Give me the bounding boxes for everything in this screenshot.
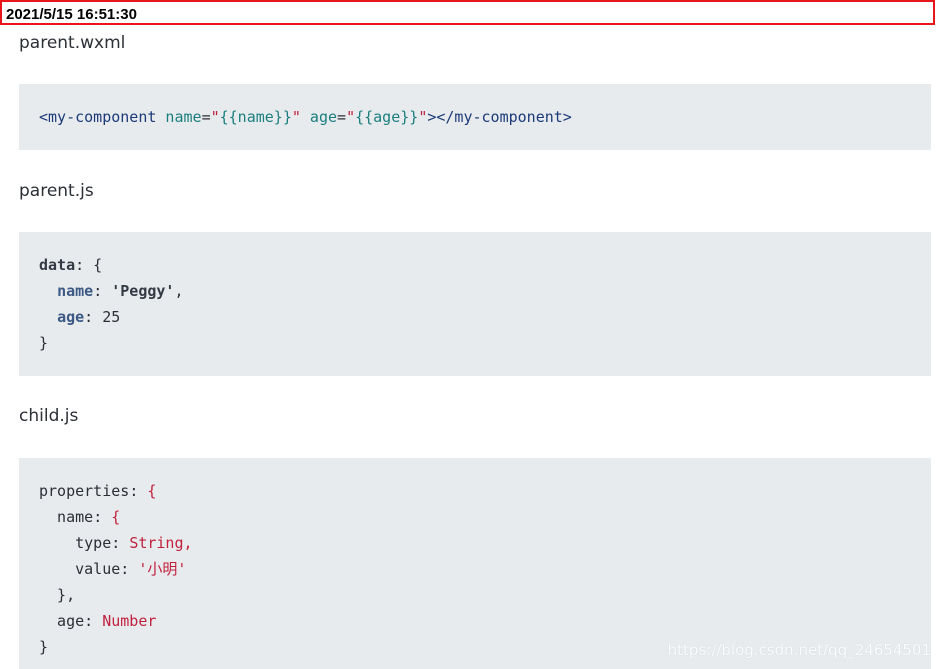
code-token: age <box>39 612 85 630</box>
code-token: Number <box>102 612 157 630</box>
code-token: }, <box>39 586 76 604</box>
code-token: {{age}} <box>355 108 419 126</box>
code-token: properties <box>39 482 130 500</box>
code-token: : <box>120 560 139 578</box>
code-token: = <box>201 108 211 126</box>
code-token: : <box>93 508 112 526</box>
code-token: : <box>84 612 103 630</box>
code-token: age <box>300 108 338 126</box>
code-token: { <box>147 482 157 500</box>
code-token: " <box>346 108 356 126</box>
code-token: age <box>57 308 85 326</box>
code-line: <my-component name="{{name}}" age="{{age… <box>39 104 931 130</box>
code-line: type: String, <box>39 530 931 556</box>
code-line: name: { <box>39 504 931 530</box>
code-block-child-js: properties: { name: { type: String, valu… <box>19 458 931 669</box>
code-token: , <box>174 282 184 300</box>
timestamp-banner: 2021/5/15 16:51:30 <box>0 0 935 25</box>
code-token: name <box>156 108 202 126</box>
code-token: " <box>418 108 428 126</box>
code-token: = <box>337 108 347 126</box>
code-token: " <box>291 108 301 126</box>
section-heading-parent-js: parent.js <box>19 181 94 201</box>
code-token: { <box>111 508 121 526</box>
code-block-parent-wxml: <my-component name="{{name}}" age="{{age… <box>19 84 931 150</box>
code-token: data <box>39 256 76 274</box>
code-token: } <box>39 638 49 656</box>
code-token: <my-component <box>39 108 157 126</box>
code-token: type <box>39 534 112 552</box>
code-line: properties: { <box>39 478 931 504</box>
code-token: : <box>111 534 130 552</box>
code-line: age: 25 <box>39 304 931 330</box>
code-line: value: '小明' <box>39 556 931 582</box>
code-token: " <box>210 108 220 126</box>
code-token: 'Peggy' <box>111 282 175 300</box>
code-token: : { <box>75 256 103 274</box>
code-block-parent-js: data: { name: 'Peggy', age: 25} <box>19 232 931 376</box>
code-token: name <box>57 282 94 300</box>
section-heading-parent-wxml: parent.wxml <box>19 33 126 53</box>
code-token: : <box>93 282 112 300</box>
code-token: {{name}} <box>219 108 292 126</box>
code-token: : 25 <box>84 308 121 326</box>
code-token: ></my-component> <box>427 108 572 126</box>
code-token: } <box>39 334 49 352</box>
code-token: String, <box>129 534 193 552</box>
code-line: age: Number <box>39 608 931 634</box>
code-line: name: 'Peggy', <box>39 278 931 304</box>
code-line: data: { <box>39 252 931 278</box>
code-token: '小明' <box>138 560 187 578</box>
code-line: } <box>39 330 931 356</box>
code-token: value <box>39 560 121 578</box>
code-token: name <box>39 508 94 526</box>
watermark-url: https://blog.csdn.net/qq_24654501 <box>667 641 931 659</box>
section-heading-child-js: child.js <box>19 406 79 426</box>
code-token: : <box>129 482 148 500</box>
code-line: }, <box>39 582 931 608</box>
